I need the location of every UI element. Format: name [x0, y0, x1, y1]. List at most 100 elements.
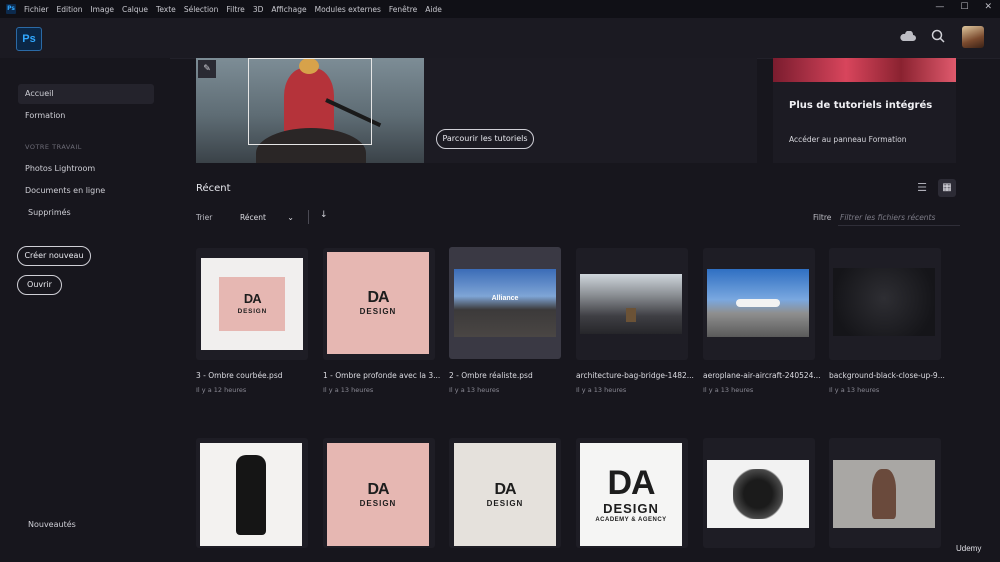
open-button[interactable]: Ouvrir — [17, 275, 62, 295]
divider — [308, 210, 309, 224]
file-card[interactable]: DA DESIGN — [323, 248, 435, 360]
file-card[interactable] — [196, 438, 308, 548]
file-thumbnail: DA DESIGN — [327, 252, 429, 354]
file-card[interactable]: DA DESIGN — [323, 438, 435, 548]
file-thumbnail: DA DESIGN — [327, 443, 429, 546]
file-name[interactable]: architecture-bag-bridge-1482... — [576, 371, 694, 380]
filter-input[interactable] — [838, 209, 960, 226]
sort-value: Récent — [240, 213, 266, 222]
more-tutorials-title: Plus de tutoriels intégrés — [789, 100, 933, 111]
avatar[interactable] — [962, 26, 984, 48]
file-name[interactable]: 2 - Ombre réaliste.psd — [449, 371, 567, 380]
dancer-figure — [236, 454, 266, 535]
formation-panel-link[interactable]: Accéder au panneau Formation — [789, 135, 907, 144]
tutorial-hero-image[interactable]: ✎ — [196, 58, 424, 163]
grid-view-icon[interactable]: ▦ — [938, 179, 956, 197]
menu-image[interactable]: Image — [90, 5, 114, 14]
da-design-logo: DA DESIGN — [359, 480, 397, 508]
file-thumbnail: Alliance — [454, 269, 556, 337]
menu-edition[interactable]: Edition — [57, 5, 83, 14]
file-time: Il y a 12 heures — [196, 386, 247, 394]
udemy-watermark: Udemy — [956, 544, 982, 553]
bag-figure — [626, 308, 636, 322]
menu-selection[interactable]: Sélection — [184, 5, 219, 14]
sidebar: Accueil Formation VOTRE TRAVAIL Photos L… — [0, 58, 170, 562]
file-card[interactable] — [576, 248, 688, 360]
arrow-down-icon[interactable]: ↓ — [320, 210, 328, 220]
alliance-text: Alliance — [491, 295, 519, 302]
file-card[interactable] — [829, 248, 941, 360]
maximize-icon[interactable]: ☐ — [960, 2, 968, 12]
selection-frame — [248, 58, 372, 145]
eyedropper-icon: ✎ — [198, 60, 216, 78]
create-new-button[interactable]: Créer nouveau — [17, 246, 91, 266]
da-design-logo: DA DESIGN — [237, 292, 267, 315]
da-design-academy-logo: DA DESIGN ACADEMY & AGENCY — [595, 464, 667, 523]
file-time: Il y a 13 heures — [323, 386, 374, 394]
cloud-icon[interactable] — [900, 31, 916, 41]
browse-tutorials-button[interactable]: Parcourir les tutoriels — [436, 129, 534, 149]
recent-title: Récent — [196, 183, 231, 194]
file-card[interactable]: DA DESIGN — [196, 248, 308, 360]
file-thumbnail — [707, 269, 809, 337]
minimize-icon[interactable]: — — [935, 2, 944, 12]
flamingo-image — [773, 58, 956, 82]
menu-filtre[interactable]: Filtre — [226, 5, 244, 14]
menu-fichier[interactable]: Fichier — [24, 5, 49, 14]
file-thumbnail: DA DESIGN — [454, 443, 556, 546]
dispersion-figure — [733, 469, 783, 519]
file-thumbnail: DA DESIGN ACADEMY & AGENCY — [580, 443, 682, 546]
list-view-icon[interactable]: ☰ — [914, 180, 930, 196]
file-thumbnail — [833, 268, 935, 336]
menu-modules-externes[interactable]: Modules externes — [315, 5, 381, 14]
file-time: Il y a 13 heures — [449, 386, 500, 394]
file-thumbnail — [833, 460, 935, 528]
chevron-down-icon: ⌄ — [287, 213, 294, 222]
portrait-figure — [872, 469, 896, 519]
file-name[interactable]: 3 - Ombre courbée.psd — [196, 371, 314, 380]
sidebar-item-photos-lightroom[interactable]: Photos Lightroom — [18, 159, 154, 179]
sidebar-section-label: VOTRE TRAVAIL — [25, 143, 82, 151]
filter-label: Filtre — [813, 213, 832, 222]
file-thumbnail — [200, 443, 302, 546]
file-time: Il y a 13 heures — [703, 386, 754, 394]
ps-mini-icon: Ps — [6, 4, 16, 14]
close-icon[interactable]: ✕ — [984, 2, 992, 12]
file-thumbnail — [580, 274, 682, 334]
menu-texte[interactable]: Texte — [156, 5, 176, 14]
search-icon[interactable] — [931, 29, 945, 43]
sidebar-item-supprimes[interactable]: Supprimés — [18, 203, 154, 223]
sidebar-item-nouveautes[interactable]: Nouveautés — [18, 515, 154, 535]
menu-calque[interactable]: Calque — [122, 5, 148, 14]
more-tutorials-card[interactable]: Plus de tutoriels intégrés Accéder au pa… — [773, 58, 956, 163]
menu-3d[interactable]: 3D — [253, 5, 264, 14]
menu-bar: Ps Fichier Edition Image Calque Texte Sé… — [0, 0, 1000, 18]
sidebar-item-accueil[interactable]: Accueil — [18, 84, 154, 104]
airplane-figure — [736, 299, 780, 307]
sort-dropdown[interactable]: Récent ⌄ — [240, 211, 296, 225]
window-controls: — ☐ ✕ — [935, 2, 992, 12]
file-name[interactable]: 1 - Ombre profonde avec la 3... — [323, 371, 441, 380]
file-card[interactable]: DA DESIGN ACADEMY & AGENCY — [576, 438, 688, 548]
file-time: Il y a 13 heures — [576, 386, 627, 394]
file-thumbnail: DA DESIGN — [201, 258, 303, 350]
da-design-logo: DA DESIGN — [486, 480, 524, 508]
file-thumbnail — [707, 460, 809, 528]
file-card[interactable] — [829, 438, 941, 548]
sidebar-item-formation[interactable]: Formation — [18, 106, 154, 126]
logo-thumb: DA DESIGN — [219, 277, 285, 331]
file-card[interactable] — [703, 438, 815, 548]
file-card[interactable]: DA DESIGN — [449, 438, 561, 548]
sort-label: Trier — [196, 213, 213, 222]
sidebar-item-documents-en-ligne[interactable]: Documents en ligne — [18, 181, 154, 201]
menu-affichage[interactable]: Affichage — [271, 5, 306, 14]
file-card-hovered[interactable]: Alliance — [449, 247, 561, 359]
da-design-logo: DA DESIGN — [359, 289, 397, 316]
file-name[interactable]: aeroplane-air-aircraft-240524... — [703, 371, 821, 380]
file-card[interactable] — [703, 248, 815, 360]
file-name[interactable]: background-black-close-up-9... — [829, 371, 947, 380]
tutorial-promo-panel: Parcourir les tutoriels — [424, 58, 757, 163]
menu-aide[interactable]: Aide — [425, 5, 442, 14]
photoshop-logo: Ps — [16, 27, 42, 51]
menu-fenetre[interactable]: Fenêtre — [389, 5, 417, 14]
